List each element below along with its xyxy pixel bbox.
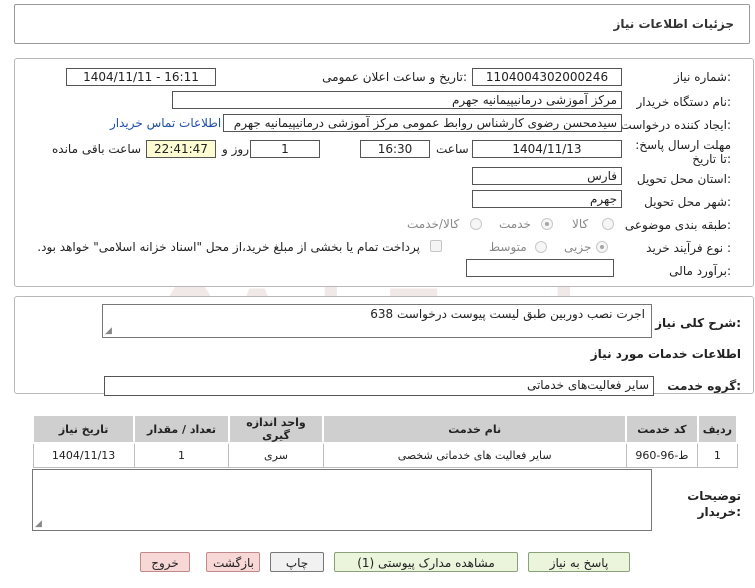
col-header-need-date: تاریخ نیاز xyxy=(31,414,136,444)
back-button[interactable]: بازگشت xyxy=(206,552,260,572)
buyer-notes-field[interactable]: ◢ xyxy=(32,469,652,531)
services-info-heading: اطلاعات خدمات مورد نیاز xyxy=(590,347,741,361)
need-number-label: شماره نیاز: xyxy=(673,70,731,84)
category-radio-service[interactable] xyxy=(541,218,553,230)
page-title: جزئیات اطلاعات نیاز xyxy=(613,17,734,31)
budget-field[interactable] xyxy=(466,259,614,277)
col-header-row-number: ردیف xyxy=(696,414,739,444)
cell-service-name: سایر فعالیت های خدماتی شخصی xyxy=(322,442,627,468)
table-header-row: ردیف کد خدمت نام خدمت واحد اندازه گیری ت… xyxy=(31,414,739,444)
budget-label: برآورد مالی: xyxy=(669,264,731,278)
col-header-unit: واحد اندازه گیری xyxy=(227,414,325,444)
need-description-text: اجرت نصب دوربین طبق لیست پیوست درخواست 6… xyxy=(370,307,645,321)
resize-grip-icon[interactable]: ◢ xyxy=(105,326,112,336)
buyer-org-label: نام دستگاه خریدار: xyxy=(636,95,732,109)
days-label: روز و xyxy=(222,142,249,156)
header-bar: جزئیات اطلاعات نیاز xyxy=(14,4,750,44)
need-description-field: اجرت نصب دوربین طبق لیست پیوست درخواست 6… xyxy=(102,304,652,338)
city-label: شهر محل تحویل: xyxy=(644,195,731,209)
cell-row-number: 1 xyxy=(697,442,738,468)
remaining-time-field: 22:41:47 xyxy=(146,140,216,158)
purchase-option-medium: متوسط xyxy=(489,240,527,254)
cell-need-date: 1404/11/13 xyxy=(32,442,135,468)
service-group-label: گروه خدمت: xyxy=(667,379,741,393)
need-number-field: 1104004302000246 xyxy=(472,68,622,86)
view-attachments-button[interactable]: مشاهده مدارک پیوستی (1) xyxy=(334,552,518,572)
deadline-date-field: 1404/11/13 xyxy=(472,140,622,158)
treasury-payment-note: پرداخت تمام یا بخشی از مبلغ خرید،از محل … xyxy=(37,240,420,254)
requester-label: ایجاد کننده درخواست: xyxy=(620,118,731,132)
category-radio-goods-service[interactable] xyxy=(470,218,482,230)
service-group-field: سایر فعالیت‌های خدماتی xyxy=(104,376,654,396)
purchase-type-label: نوع فرآیند خرید : xyxy=(646,241,731,255)
requester-field: سیدمحسن رضوی کارشناس روابط عمومی مرکز آم… xyxy=(223,114,622,132)
contact-buyer-link[interactable]: اطلاعات تماس خریدار xyxy=(110,116,221,130)
category-option-goods-service: کالا/خدمت xyxy=(407,217,460,231)
category-option-goods: کالا xyxy=(572,217,589,231)
category-option-service: خدمت xyxy=(499,217,531,231)
cell-quantity: 1 xyxy=(133,442,230,468)
reply-button[interactable]: پاسخ به نیاز xyxy=(528,552,630,572)
services-table: ردیف کد خدمت نام خدمت واحد اندازه گیری ت… xyxy=(31,414,739,468)
buyer-notes-label: توضیحات خریدار: xyxy=(687,489,741,519)
col-header-service-name: نام خدمت xyxy=(322,414,628,444)
category-radio-goods[interactable] xyxy=(602,218,614,230)
purchase-radio-medium[interactable] xyxy=(535,241,547,253)
treasury-payment-checkbox[interactable] xyxy=(430,240,442,252)
cell-unit: سری xyxy=(228,442,324,468)
buyer-org-field: مرکز آموزشی درمانیپیمانیه جهرم xyxy=(172,91,622,109)
province-label: استان محل تحویل: xyxy=(636,172,731,186)
province-field: فارس xyxy=(472,167,622,185)
print-button[interactable]: چاپ xyxy=(270,552,324,572)
col-header-quantity: تعداد / مقدار xyxy=(133,414,230,444)
purchase-radio-minor[interactable] xyxy=(596,241,608,253)
need-description-label: شرح کلی نیاز: xyxy=(655,316,741,330)
city-field: جهرم xyxy=(472,190,622,208)
announce-datetime-label: تاریخ و ساعت اعلان عمومی: xyxy=(322,70,467,84)
category-label: طبقه بندی موضوعی: xyxy=(624,218,731,232)
col-header-service-code: کد خدمت xyxy=(625,414,699,444)
resize-grip-icon[interactable]: ◢ xyxy=(35,519,42,529)
purchase-option-minor: جزیی xyxy=(564,240,592,254)
days-field: 1 xyxy=(250,140,320,158)
exit-button[interactable]: خروج xyxy=(140,552,190,572)
announce-datetime-field: 1404/11/11 - 16:11 xyxy=(66,68,216,86)
deadline-label: مهلت ارسال پاسخ: تا تاریخ: xyxy=(635,138,731,166)
remaining-label: ساعت باقی مانده xyxy=(52,142,142,156)
deadline-time-label: ساعت xyxy=(436,142,469,156)
table-row: 1 ط-96-960 سایر فعالیت های خدماتی شخصی س… xyxy=(32,442,738,468)
deadline-time-field: 16:30 xyxy=(360,140,430,158)
cell-service-code: ط-96-960 xyxy=(625,442,699,468)
